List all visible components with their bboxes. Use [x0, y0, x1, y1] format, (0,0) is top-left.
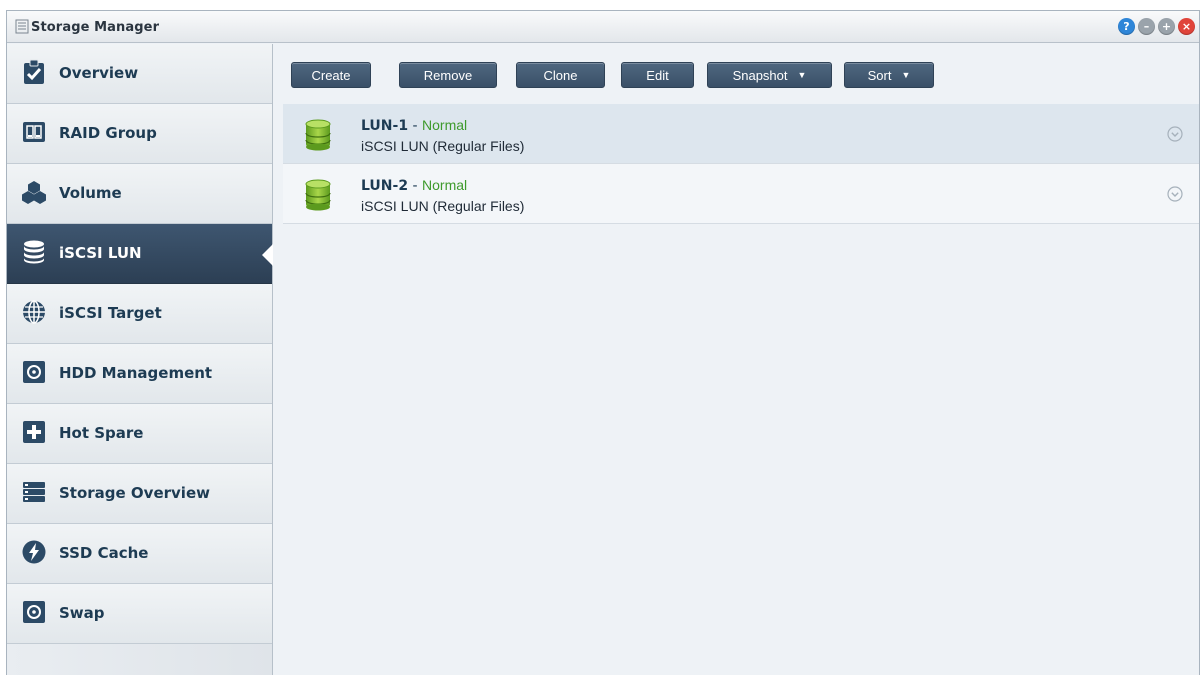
volume-cubes-icon	[22, 181, 46, 204]
sidebar-item-label: Volume	[59, 184, 122, 202]
window-title: Storage Manager	[31, 20, 160, 35]
sort-dropdown-button[interactable]: Sort ▼	[844, 62, 934, 88]
status-badge: Normal	[422, 177, 468, 193]
lun-database-icon	[305, 119, 331, 151]
sidebar-item-label: SSD Cache	[59, 544, 149, 562]
sidebar-item-ssd-cache[interactable]: SSD Cache	[7, 524, 272, 584]
chevron-down-icon: ▼	[797, 70, 807, 80]
sidebar-item-label: Overview	[59, 64, 139, 82]
sidebar-item-label: HDD Management	[59, 364, 213, 382]
sidebar-item-iscsi-lun[interactable]: iSCSI LUN	[7, 224, 273, 284]
expand-chevron-icon[interactable]	[1167, 186, 1183, 202]
status-badge: Normal	[422, 117, 468, 133]
sidebar-item-label: iSCSI Target	[59, 304, 162, 322]
main-content: Create Remove Clone Edit Snapshot ▼ Sort ▼	[273, 44, 1199, 675]
window-controls: ? – + ×	[1118, 18, 1195, 35]
lun-type: iSCSI LUN (Regular Files)	[361, 198, 525, 214]
expand-chevron-icon[interactable]	[1167, 126, 1183, 142]
overview-clipboard-icon	[24, 59, 44, 84]
list-item[interactable]: LUN-1 - Normal iSCSI LUN (Regular Files)	[283, 104, 1199, 164]
active-pointer	[262, 244, 273, 266]
sidebar-item-overview[interactable]: Overview	[7, 44, 272, 104]
minimize-icon[interactable]: –	[1138, 18, 1155, 35]
storage-manager-app-icon	[15, 19, 29, 34]
list-item[interactable]: LUN-2 - Normal iSCSI LUN (Regular Files)	[283, 164, 1199, 224]
sidebar-item-volume[interactable]: Volume	[7, 164, 272, 224]
lun-title: LUN-1 - Normal	[361, 117, 468, 134]
sidebar-item-raid-group[interactable]: RAID Group	[7, 104, 272, 164]
swap-disk-icon	[23, 601, 45, 623]
globe-icon	[23, 300, 45, 324]
database-icon	[24, 240, 44, 264]
storage-stack-icon	[23, 482, 45, 502]
sidebar-item-label: Storage Overview	[59, 484, 210, 502]
lun-type: iSCSI LUN (Regular Files)	[361, 138, 525, 154]
sidebar: Overview RAID Group Volume iSCSI LUN iSC…	[7, 44, 273, 675]
sidebar-item-hot-spare[interactable]: Hot Spare	[7, 404, 272, 464]
sidebar-item-label: RAID Group	[59, 124, 157, 142]
sidebar-item-hdd-management[interactable]: HDD Management	[7, 344, 272, 404]
raid-group-icon	[23, 122, 45, 142]
create-button[interactable]: Create	[291, 62, 371, 88]
lun-title: LUN-2 - Normal	[361, 177, 468, 194]
edit-button[interactable]: Edit	[621, 62, 694, 88]
chevron-down-icon: ▼	[901, 70, 911, 80]
sidebar-item-label: Hot Spare	[59, 424, 144, 442]
remove-button[interactable]: Remove	[399, 62, 497, 88]
sidebar-item-storage-overview[interactable]: Storage Overview	[7, 464, 272, 524]
lightning-icon	[22, 540, 46, 564]
snapshot-dropdown-button[interactable]: Snapshot ▼	[707, 62, 832, 88]
lun-database-icon	[305, 179, 331, 211]
sidebar-item-label: iSCSI LUN	[59, 244, 142, 262]
title-bar[interactable]: Storage Manager ? – + ×	[7, 11, 1199, 43]
hot-spare-plus-icon	[23, 421, 45, 443]
clone-button[interactable]: Clone	[516, 62, 605, 88]
sidebar-item-iscsi-target[interactable]: iSCSI Target	[7, 284, 272, 344]
toolbar: Create Remove Clone Edit Snapshot ▼ Sort ▼	[273, 44, 1199, 104]
maximize-icon[interactable]: +	[1158, 18, 1175, 35]
hdd-icon	[23, 361, 45, 383]
sidebar-item-swap[interactable]: Swap	[7, 584, 272, 644]
close-icon[interactable]: ×	[1178, 18, 1195, 35]
sidebar-item-label: Swap	[59, 604, 105, 622]
help-icon[interactable]: ?	[1118, 18, 1135, 35]
storage-manager-window: Storage Manager ? – + × Overview RAID Gr…	[6, 10, 1200, 675]
